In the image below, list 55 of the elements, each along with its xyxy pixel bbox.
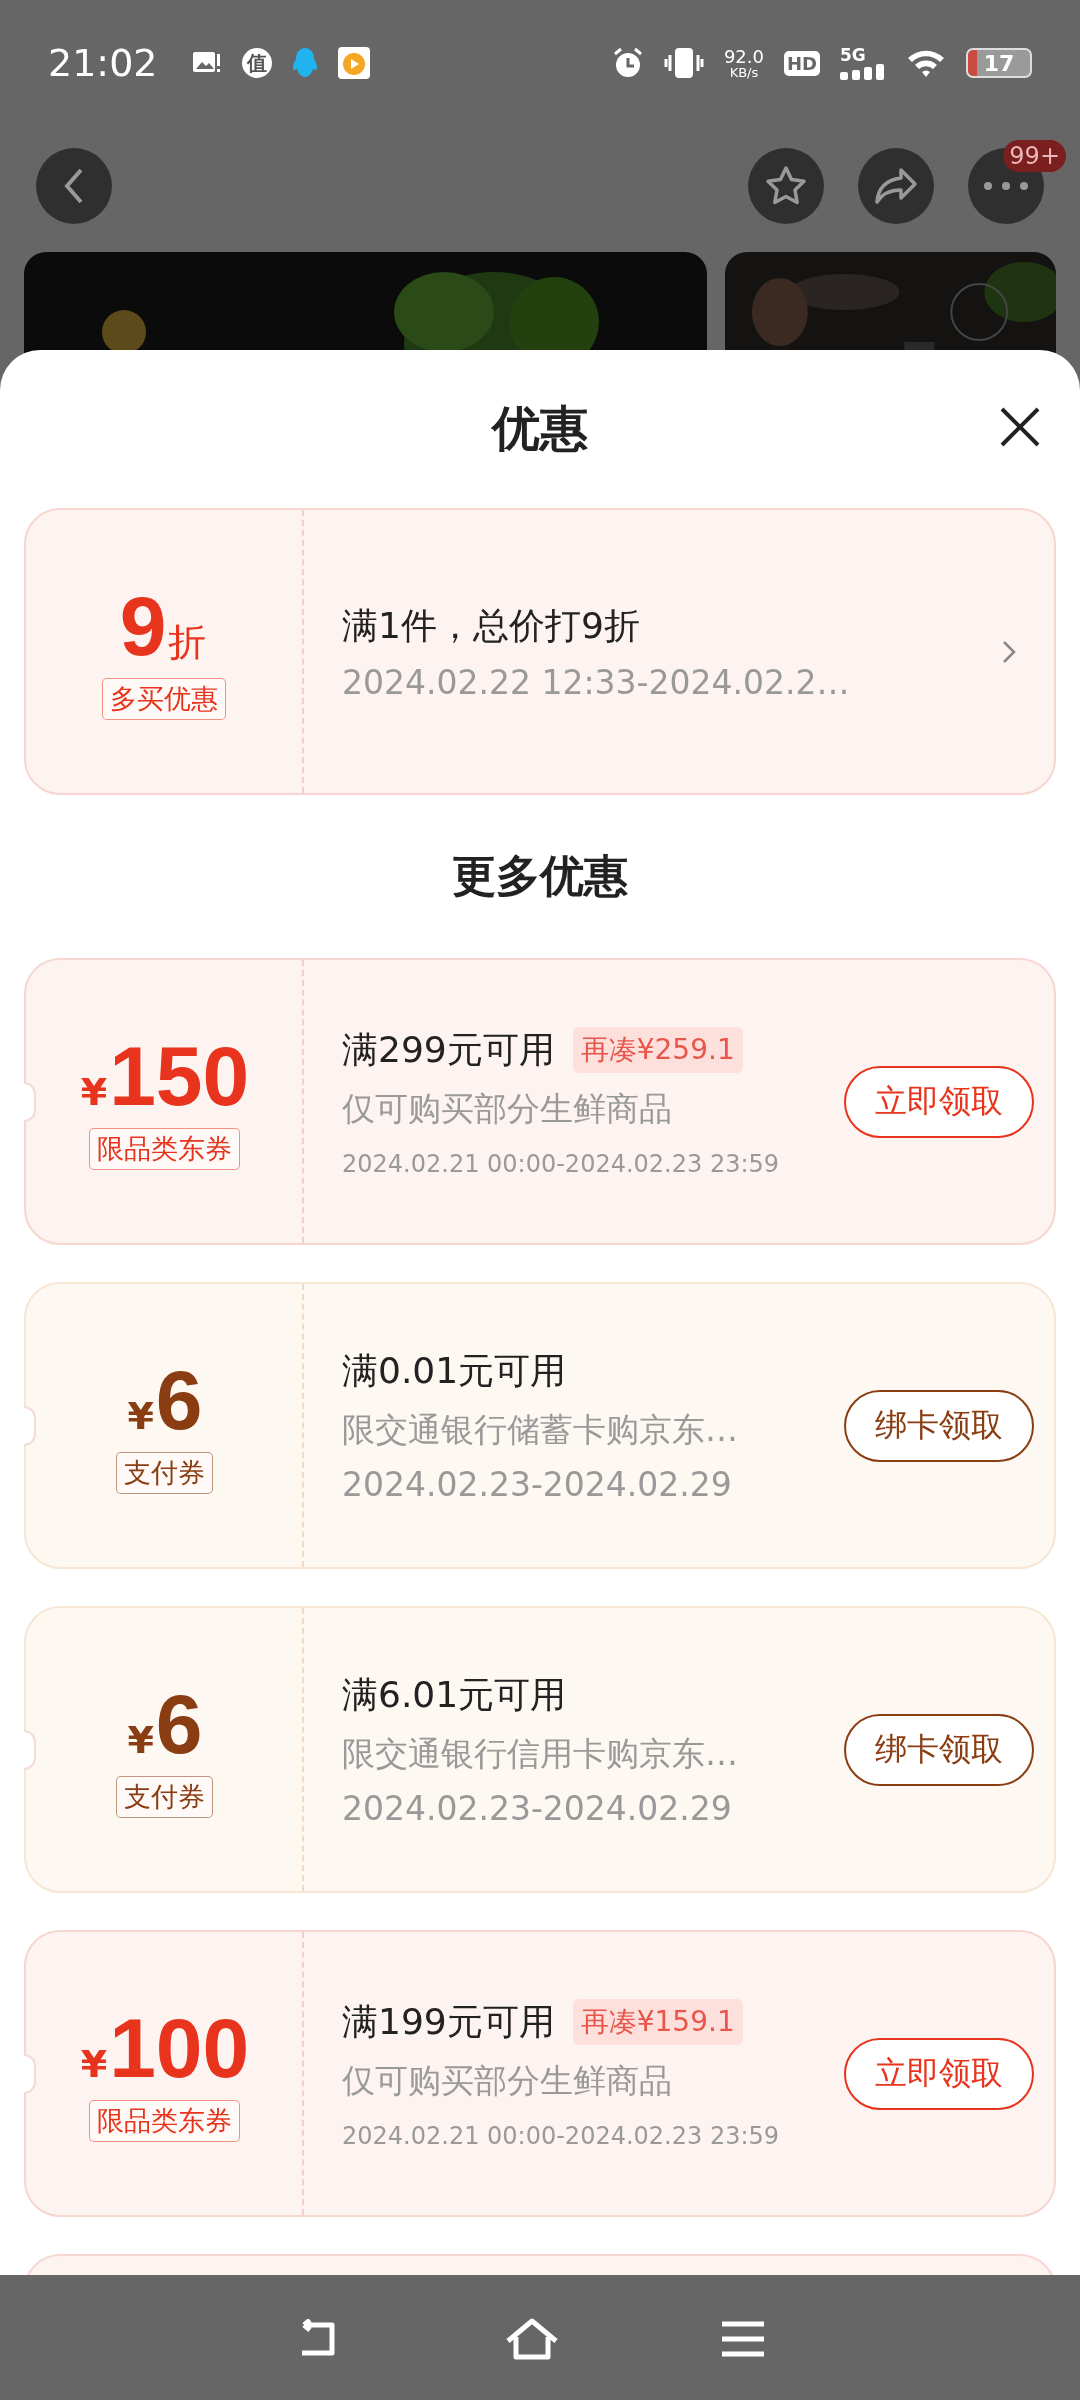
sheet-title: 优惠 bbox=[492, 399, 588, 458]
coupon-type-tag: 限品类东券 bbox=[88, 1127, 240, 1170]
more-icon bbox=[983, 181, 1029, 191]
currency-symbol: ¥ bbox=[127, 1396, 154, 1435]
coupon-period: 2024.02.21 00:00-2024.02.23 23:59 bbox=[342, 2121, 781, 2150]
battery-indicator: 17 bbox=[966, 48, 1032, 78]
notification-count-badge: 99+ bbox=[1003, 140, 1066, 172]
coupon-type-tag: 支付券 bbox=[115, 1775, 213, 1818]
discount-card[interactable]: 9折 多买优惠 满1件，总价打9折 2024.02.22 12:33-2024.02.2… bbox=[24, 508, 1056, 795]
coupon-period: 2024.02.23-2024.02.29 bbox=[342, 1465, 733, 1504]
coupon-period: 2024.02.23-2024.02.29 bbox=[342, 1789, 733, 1828]
tiger-app-icon bbox=[337, 47, 370, 79]
coupon-amount: 6 bbox=[155, 1681, 203, 1766]
claim-button[interactable]: 绑卡领取 bbox=[844, 1713, 1034, 1786]
coupon-period: 2024.02.21 00:00-2024.02.23 23:59 bbox=[342, 1149, 781, 1178]
claim-button[interactable]: 立即领取 bbox=[844, 2037, 1034, 2110]
coupon-condition: 满0.01元可用 bbox=[342, 1349, 567, 1393]
discount-period: 2024.02.22 12:33-2024.02.2… bbox=[342, 662, 851, 702]
network-type: 5G bbox=[840, 46, 867, 64]
network-speed: 92.0 bbox=[723, 47, 764, 66]
section-title: 更多优惠 bbox=[452, 849, 628, 903]
share-icon bbox=[873, 166, 919, 206]
discount-unit: 折 bbox=[168, 622, 207, 661]
alarm-icon bbox=[611, 47, 644, 79]
hd-indicator: HD bbox=[784, 50, 820, 76]
coupon-amount: 100 bbox=[109, 2005, 250, 2090]
vibrate-icon bbox=[663, 47, 704, 79]
claim-button[interactable]: 绑卡领取 bbox=[844, 1389, 1034, 1462]
coupon-amount: 150 bbox=[109, 1033, 250, 1118]
home-button[interactable] bbox=[504, 2316, 560, 2361]
menu-button[interactable] bbox=[720, 2319, 766, 2358]
coupon-type-tag: 限品类东券 bbox=[88, 2099, 240, 2142]
discount-type-tag: 多买优惠 bbox=[102, 677, 226, 720]
coupon-type-tag: 支付券 bbox=[115, 1451, 213, 1494]
app-notification-badge: 值 bbox=[241, 48, 272, 78]
coupon-description: 限交通银行储蓄卡购京东… bbox=[342, 1409, 739, 1451]
signal-icon bbox=[840, 63, 886, 80]
currency-symbol: ¥ bbox=[80, 2044, 108, 2083]
coupon-amount: 6 bbox=[155, 1357, 203, 1442]
shortfall-tag: 再凑¥159.1 bbox=[572, 1999, 743, 2045]
coupon-description: 仅可购买部分生鲜商品 bbox=[342, 1087, 673, 1130]
currency-symbol: ¥ bbox=[127, 1720, 154, 1759]
currency-symbol: ¥ bbox=[80, 1072, 108, 1111]
shortfall-tag: 再凑¥259.1 bbox=[572, 1027, 743, 1073]
network-speed-unit: KB/s bbox=[729, 65, 759, 79]
coupon-description: 限交通银行信用卡购京东… bbox=[342, 1733, 739, 1775]
coupon-condition: 满199元可用 bbox=[342, 1999, 555, 2044]
discount-value: 9 bbox=[119, 583, 167, 668]
coupon-condition: 满299元可用 bbox=[342, 1027, 555, 1072]
discount-title: 满1件，总价打9折 bbox=[342, 603, 641, 648]
claim-button[interactable]: 立即领取 bbox=[844, 1065, 1034, 1138]
coupon-description: 仅可购买部分生鲜商品 bbox=[342, 2059, 673, 2102]
status-time: 21:02 bbox=[48, 41, 158, 85]
penguin-icon bbox=[291, 47, 318, 79]
coupon-condition: 满6.01元可用 bbox=[342, 1673, 567, 1717]
